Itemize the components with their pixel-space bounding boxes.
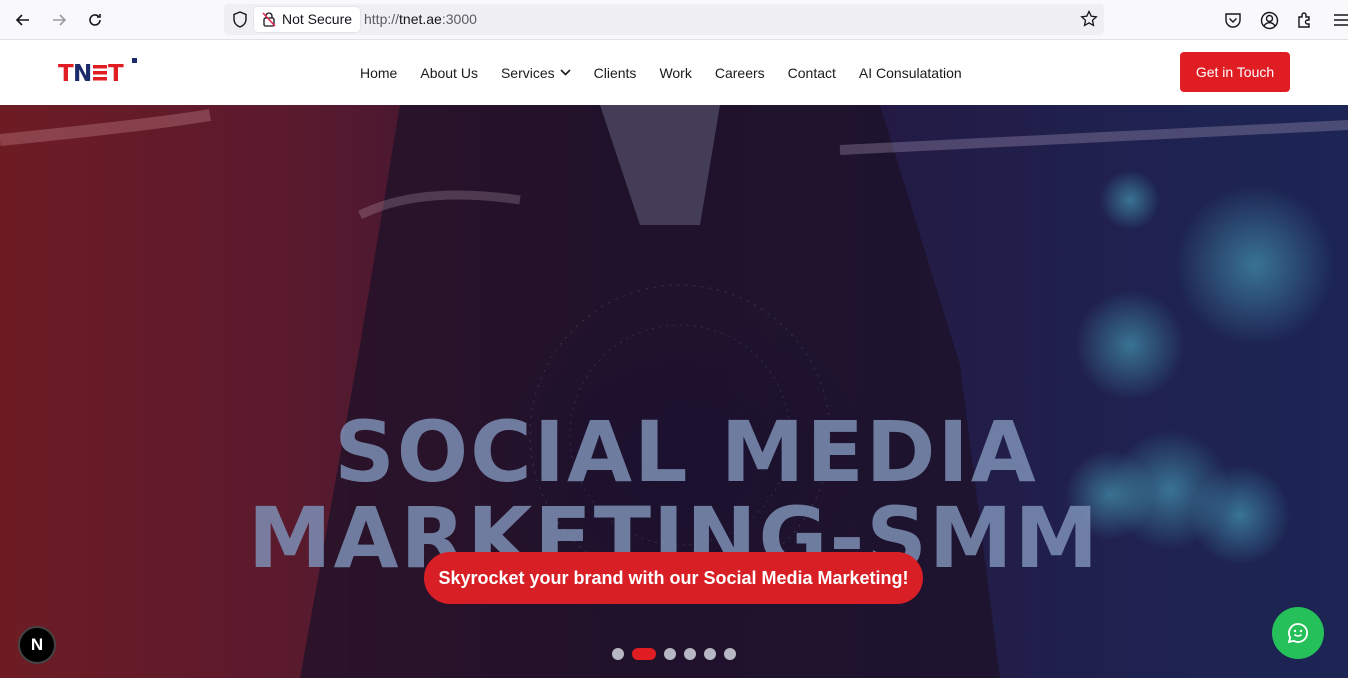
url-text[interactable]: http://tnet.ae:3000: [364, 4, 477, 35]
menu-icon[interactable]: [1330, 9, 1348, 31]
get-in-touch-button[interactable]: Get in Touch: [1180, 52, 1290, 92]
chat-smile-icon: [1287, 623, 1308, 644]
url-host: tnet.ae: [399, 11, 442, 27]
slider-dot-3[interactable]: [664, 648, 676, 660]
insecure-lock-icon: [262, 12, 276, 27]
url-suffix: :3000: [441, 11, 477, 27]
slider-dots: [612, 648, 744, 660]
not-secure-badge[interactable]: Not Secure: [254, 7, 361, 32]
site-header: T N T Home About Us Services Clients Wor…: [0, 40, 1348, 105]
url-prefix: http://: [364, 11, 400, 27]
nav-home[interactable]: Home: [360, 65, 397, 81]
hero-cta-button[interactable]: Skyrocket your brand with our Social Med…: [424, 552, 923, 604]
nav-contact[interactable]: Contact: [788, 65, 836, 81]
nav-services-label: Services: [500, 64, 555, 81]
slider-dot-4[interactable]: [684, 648, 696, 660]
slider-dot-2[interactable]: [632, 648, 656, 660]
nav-careers[interactable]: Careers: [715, 65, 765, 81]
hero-slider: SOCIAL MEDIA MARKETING-SMM Skyrocket you…: [0, 105, 1348, 678]
extensions-icon[interactable]: [1294, 9, 1316, 31]
hero-title-line-1: SOCIAL MEDIA: [334, 403, 1038, 501]
not-secure-label: Not Secure: [282, 11, 353, 27]
nav-work[interactable]: Work: [659, 65, 691, 81]
browser-toolbar: Not Secure http://tnet.ae:3000: [0, 0, 1348, 40]
nav-about-us[interactable]: About Us: [420, 65, 478, 81]
nav-clients[interactable]: Clients: [594, 65, 637, 81]
shield-icon[interactable]: [232, 11, 248, 33]
forward-icon[interactable]: [47, 8, 71, 32]
svg-text:N: N: [73, 61, 91, 85]
slider-dot-5[interactable]: [704, 648, 716, 660]
account-icon[interactable]: [1258, 9, 1280, 31]
reload-icon[interactable]: [83, 8, 107, 32]
nav-services[interactable]: Services: [501, 65, 571, 81]
nextjs-dev-badge[interactable]: N: [18, 626, 56, 664]
address-bar[interactable]: Not Secure http://tnet.ae:3000: [224, 4, 1104, 35]
back-icon[interactable]: [11, 8, 35, 32]
tnet-logo[interactable]: T N T: [58, 57, 142, 87]
chevron-down-icon: [560, 69, 571, 76]
star-icon[interactable]: [1080, 9, 1098, 33]
main-nav: Home About Us Services Clients Work Care…: [360, 40, 962, 105]
chat-button[interactable]: [1272, 607, 1324, 659]
slider-dot-6[interactable]: [724, 648, 736, 660]
slider-dot-1[interactable]: [612, 648, 624, 660]
svg-text:T: T: [108, 61, 124, 85]
svg-text:T: T: [58, 61, 74, 85]
nav-ai-consultation[interactable]: AI Consulatation: [859, 65, 962, 81]
pocket-icon[interactable]: [1222, 9, 1244, 31]
